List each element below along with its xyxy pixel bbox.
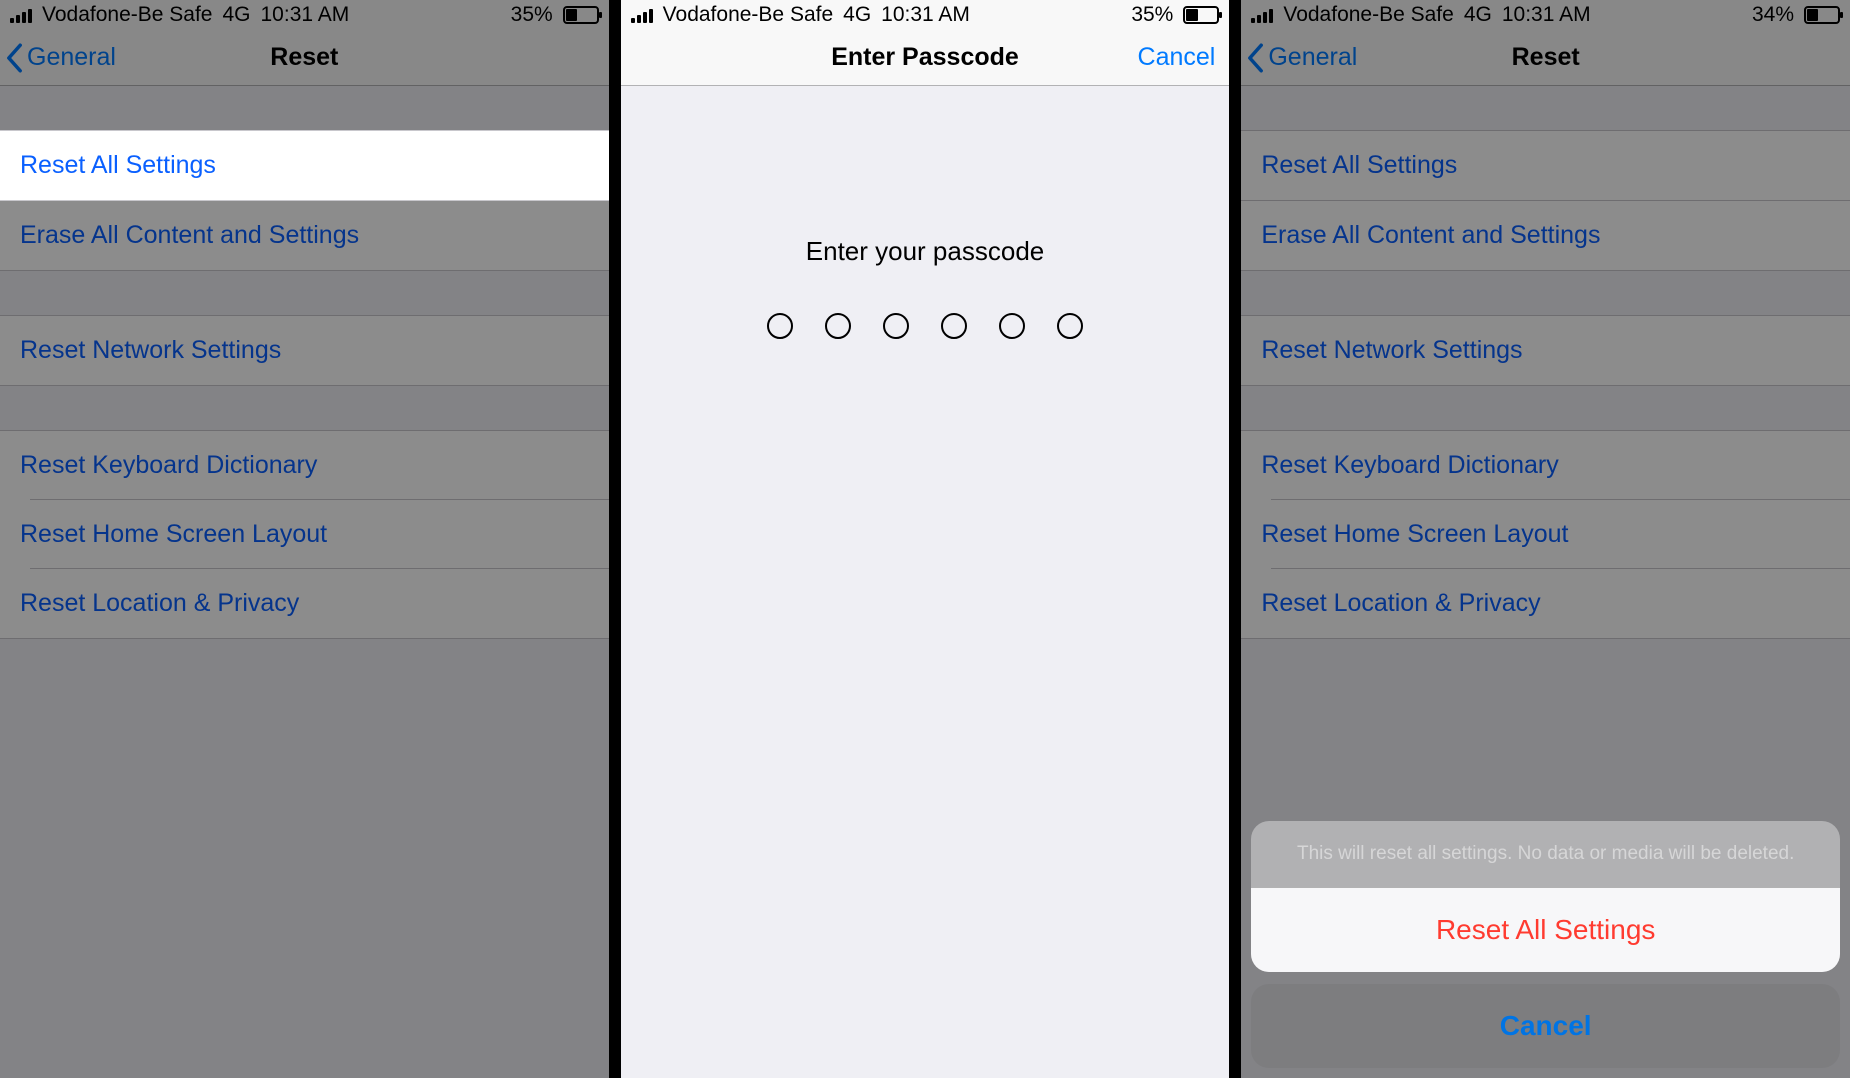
sheet-confirm-button[interactable]: Reset All Settings (1251, 888, 1840, 972)
page-title: Enter Passcode (831, 43, 1019, 72)
screenshot-1-reset-list: Vodafone-Be Safe 4G 10:31 AM 35% General… (0, 0, 609, 1078)
cancel-button[interactable]: Cancel (1138, 30, 1216, 85)
battery-icon (1183, 6, 1219, 24)
nav-bar: Enter Passcode Cancel (621, 30, 1230, 86)
screenshot-3-action-sheet: Vodafone-Be Safe 4G 10:31 AM 34% General… (1229, 0, 1850, 1078)
action-sheet: This will reset all settings. No data or… (1251, 821, 1840, 1068)
passcode-body: Enter your passcode (621, 86, 1230, 1078)
screenshot-2-passcode: Vodafone-Be Safe 4G 10:31 AM 35% Enter P… (609, 0, 1230, 1078)
cancel-label: Cancel (1138, 43, 1216, 72)
sheet-cancel-button[interactable]: Cancel (1251, 984, 1840, 1068)
passcode-dot (999, 313, 1025, 339)
sheet-confirm-label: Reset All Settings (1436, 914, 1655, 945)
status-bar: Vodafone-Be Safe 4G 10:31 AM 35% (621, 0, 1230, 30)
carrier-label: Vodafone-Be Safe (663, 3, 833, 27)
sheet-message: This will reset all settings. No data or… (1251, 821, 1840, 888)
passcode-prompt: Enter your passcode (621, 236, 1230, 267)
row-reset-all-settings[interactable]: Reset All Settings (0, 130, 609, 201)
sheet-cancel-label: Cancel (1500, 1010, 1592, 1041)
status-time: 10:31 AM (881, 3, 970, 27)
passcode-dot (767, 313, 793, 339)
network-label: 4G (843, 3, 871, 27)
passcode-dot (883, 313, 909, 339)
passcode-dot (941, 313, 967, 339)
passcode-dot (825, 313, 851, 339)
passcode-dot (1057, 313, 1083, 339)
passcode-dots[interactable] (621, 313, 1230, 339)
cellular-signal-icon (631, 7, 653, 23)
battery-percent: 35% (1131, 3, 1173, 27)
row-label: Reset All Settings (20, 151, 216, 179)
